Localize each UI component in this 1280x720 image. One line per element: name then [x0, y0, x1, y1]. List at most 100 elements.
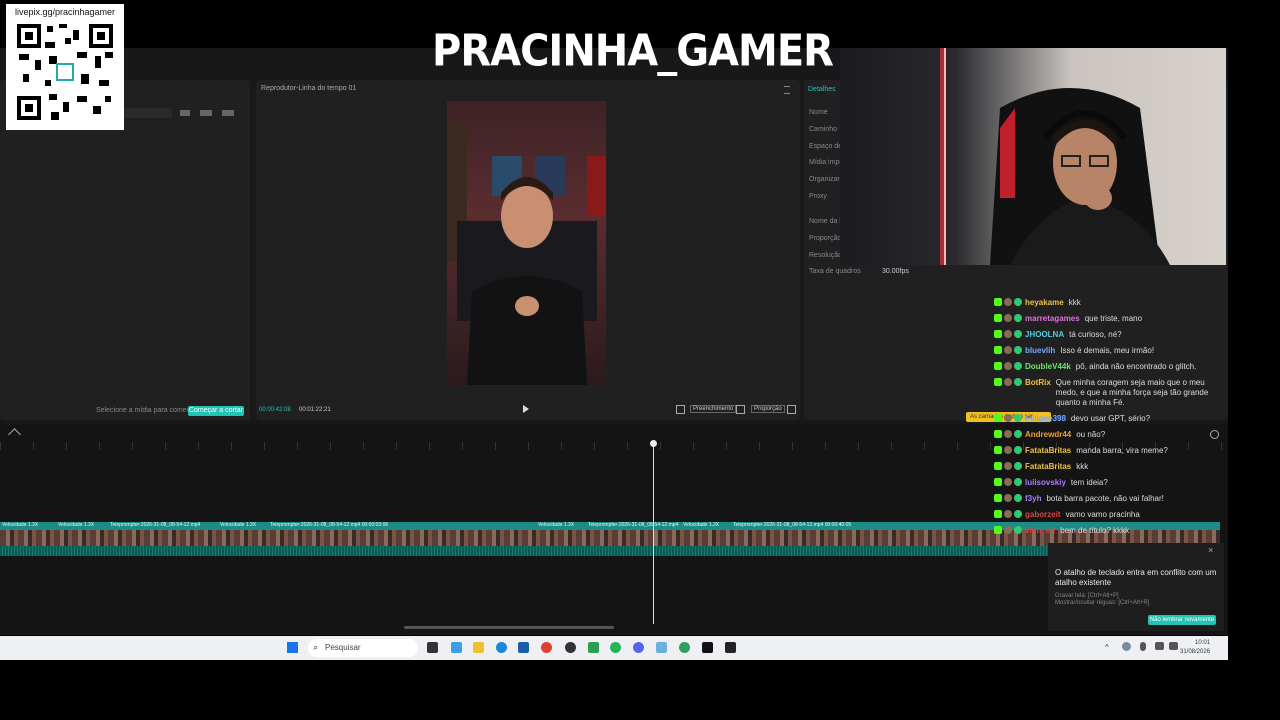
file-explorer-icon[interactable] [473, 642, 484, 653]
task-view-icon[interactable] [427, 642, 438, 653]
chat-badges [994, 526, 1022, 534]
kick-platform-icon [994, 478, 1002, 486]
taskbar-search[interactable]: ⌕ Pesquisar [308, 639, 418, 657]
avatar-icon [1004, 510, 1012, 518]
avatar-icon [1004, 298, 1012, 306]
kick-platform-icon [994, 330, 1002, 338]
chat-username[interactable]: Andrewdr44 [1025, 430, 1071, 440]
avatar-icon [1004, 430, 1012, 438]
view-grid-icon[interactable] [180, 110, 190, 116]
avatar-icon [1004, 346, 1012, 354]
verified-badge-icon [1014, 462, 1022, 470]
kick-platform-icon [994, 430, 1002, 438]
obs-icon[interactable] [565, 642, 576, 653]
ratio-button[interactable]: Proporção [751, 405, 785, 413]
track-label: Velocidade 1.3X [538, 522, 575, 528]
tray-app-icon[interactable] [1122, 642, 1131, 651]
chat-username[interactable]: BotRix [1025, 378, 1051, 388]
chat-message: Felipee398 devo usar GPT, sério? [994, 414, 1224, 424]
sort-icon[interactable] [200, 110, 212, 116]
chat-badges [994, 510, 1022, 518]
chat-badges [994, 362, 1022, 370]
track-label: Velocidade 1.3X [220, 522, 257, 528]
detail-label: Nome [809, 109, 828, 116]
discord-icon[interactable] [633, 642, 644, 653]
kick-platform-icon [994, 462, 1002, 470]
avatar-icon [1004, 314, 1012, 322]
store-icon[interactable] [518, 642, 529, 653]
tray-chevron-icon[interactable]: ^ [1105, 643, 1109, 652]
chat-text: bota barra pacote, não vai falhar! [1046, 494, 1164, 503]
track-label: Teleprompter-2026-31-08_08-54-12.mp4 [110, 522, 201, 528]
chat-username[interactable]: marretagames [1025, 314, 1080, 324]
microphone-icon[interactable] [1140, 642, 1146, 651]
close-icon[interactable]: × [1208, 545, 1213, 555]
volume-icon[interactable] [1169, 642, 1178, 650]
chat-text: kkk [1076, 462, 1089, 471]
video-preview [447, 101, 606, 385]
kick-platform-icon [994, 414, 1002, 422]
qr-url: livepix.gg/pracinhagamer [14, 7, 116, 17]
notification-title: O atalho de teclado entra em conflito co… [1055, 568, 1217, 587]
dont-remind-button[interactable]: Não lembrar novamente [1148, 615, 1216, 625]
chat-username[interactable]: bluevlih [1025, 346, 1055, 356]
editor-app-icon[interactable] [725, 642, 736, 653]
chat-username[interactable]: DoubleV44k [1025, 362, 1071, 372]
verified-badge-icon [1014, 494, 1022, 502]
audio-waveform [0, 546, 1220, 556]
fill-button[interactable]: Preenchimento [690, 405, 737, 413]
track-label: Velocidade 1.3X [58, 522, 95, 528]
chat-message: BotRix Que minha coragem seja maio que o … [994, 378, 1224, 408]
edge-icon[interactable] [496, 642, 507, 653]
start-cutting-button[interactable]: Começar a cortar [188, 406, 244, 416]
split-tool-icon[interactable] [8, 428, 21, 441]
browser-icon[interactable] [679, 642, 690, 653]
chat-username[interactable]: Felipee398 [1025, 414, 1066, 424]
chat-username[interactable]: luiisovskiy [1025, 478, 1066, 488]
play-icon[interactable] [523, 405, 529, 413]
clock-time: 10:01 [1195, 640, 1211, 646]
system-clock[interactable]: 10:01 31/08/2026 [1180, 639, 1210, 657]
detail-label: Resolução [809, 252, 843, 259]
network-icon[interactable] [1155, 642, 1164, 650]
chat-text: tá curioso, né? [1069, 330, 1122, 339]
kick-platform-icon [994, 446, 1002, 454]
chat-text: devo usar GPT, sério? [1070, 414, 1151, 423]
spotify-icon[interactable] [610, 642, 621, 653]
verified-badge-icon [1014, 330, 1022, 338]
chat-username[interactable]: FatataBritas [1025, 446, 1071, 456]
player-title: Reprodutor-Linha do tempo 01 [261, 85, 357, 92]
windows-start-icon[interactable] [287, 642, 298, 653]
capcut-icon[interactable] [702, 642, 713, 653]
playhead[interactable] [653, 440, 654, 624]
timeline-scrollbar[interactable] [404, 626, 614, 629]
chat-username[interactable]: FatataBritas [1025, 462, 1071, 472]
filter-icon[interactable] [222, 110, 234, 116]
playhead-handle[interactable] [650, 440, 657, 447]
chat-username[interactable]: JHOOLNA [1025, 330, 1064, 340]
chrome-icon[interactable] [541, 642, 552, 653]
chat-username[interactable]: heyakame [1025, 298, 1064, 308]
widgets-icon[interactable] [451, 642, 462, 653]
chat-username[interactable]: vinn_elf [1025, 526, 1055, 536]
chat-badges [994, 430, 1022, 438]
notification-detail: Mostrar/ocultar réguas: [Ctrl+Alt+R] [1055, 600, 1150, 606]
chat-text: Isso é demais, meu irmão! [1060, 346, 1155, 355]
avatar-icon [1004, 526, 1012, 534]
chat-username[interactable]: gaborzeit [1025, 510, 1061, 520]
verified-badge-icon [1014, 510, 1022, 518]
verified-badge-icon [1014, 478, 1022, 486]
chat-username[interactable]: f3yh [1025, 494, 1041, 504]
details-tab[interactable]: Detalhes [808, 86, 836, 93]
crop-icon[interactable] [676, 405, 685, 414]
verified-badge-icon [1014, 414, 1022, 422]
app-icon[interactable] [588, 642, 599, 653]
zoom-icon[interactable] [736, 405, 745, 414]
menu-icon[interactable] [784, 86, 790, 94]
fullscreen-icon[interactable] [787, 405, 796, 414]
channel-title: PRACINHA_GAMER [432, 25, 834, 77]
media-prompt-text: Selecione a mídia para começar [96, 407, 197, 414]
track-label: Velocidade 1.3X [683, 522, 720, 528]
notepad-icon[interactable] [656, 642, 667, 653]
kick-platform-icon [994, 314, 1002, 322]
